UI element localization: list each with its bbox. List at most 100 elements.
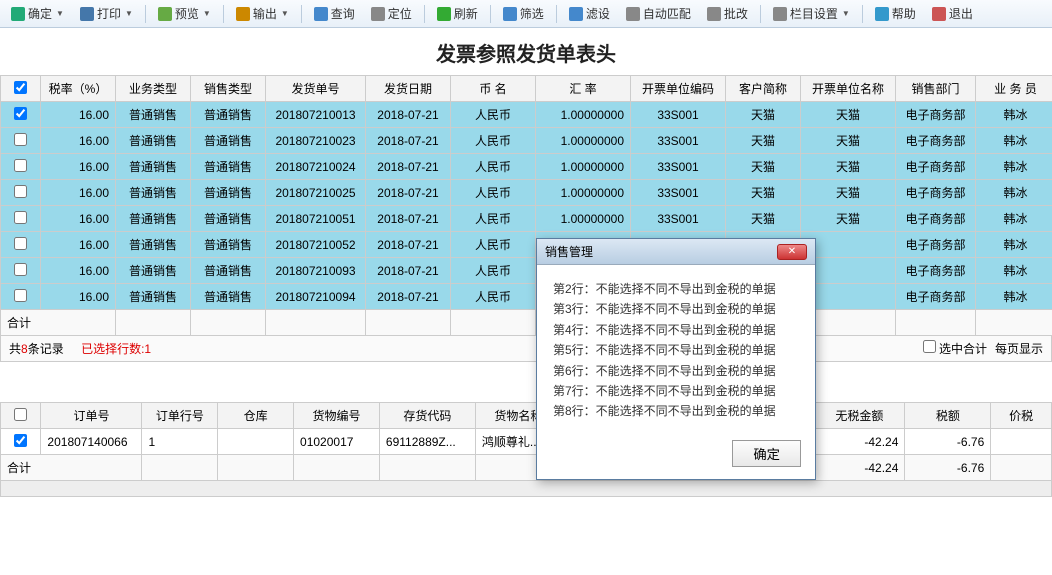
row-checkbox[interactable]	[14, 185, 27, 198]
cell: 电子商务部	[896, 128, 976, 154]
select-all-checkbox[interactable]	[14, 408, 27, 421]
cell: 16.00	[41, 232, 116, 258]
row-checkbox[interactable]	[14, 263, 27, 276]
dialog-titlebar[interactable]: 销售管理 ✕	[537, 239, 815, 265]
table-row[interactable]: 16.00普通销售普通销售2018072100252018-07-21人民币1.…	[1, 180, 1052, 206]
cell: 33S001	[631, 128, 726, 154]
cell: 电子商务部	[896, 258, 976, 284]
cell: 普通销售	[116, 232, 191, 258]
column-header[interactable]: 订单号	[41, 403, 142, 429]
table-row[interactable]: 16.00普通销售普通销售2018072100942018-07-21人民币电子…	[1, 284, 1052, 310]
cell: 韩冰	[976, 284, 1052, 310]
toolbar-label: 滤设	[586, 5, 610, 22]
row-checkbox[interactable]	[14, 289, 27, 302]
sum-checkbox-label[interactable]: 选中合计	[923, 340, 987, 357]
dialog-line: 第6行：不能选择不同不导出到金税的单据	[553, 361, 799, 381]
table-row[interactable]: 16.00普通销售普通销售2018072100512018-07-21人民币1.…	[1, 206, 1052, 232]
column-header[interactable]: 币 名	[451, 76, 536, 102]
cell: 16.00	[41, 284, 116, 310]
row-checkbox[interactable]	[14, 159, 27, 172]
column-header[interactable]: 税额	[905, 403, 991, 429]
column-header[interactable]: 销售部门	[896, 76, 976, 102]
row-checkbox[interactable]	[14, 107, 27, 120]
cell: 天猫	[726, 154, 801, 180]
cell: 韩冰	[976, 128, 1052, 154]
cell: 2018-07-21	[366, 154, 451, 180]
column-header[interactable]: 汇 率	[536, 76, 631, 102]
栏目设置-button[interactable]: 栏目设置▼	[767, 3, 856, 24]
筛选-button[interactable]: 筛选	[497, 3, 550, 24]
cell: 韩冰	[976, 154, 1052, 180]
table-row[interactable]: 16.00普通销售普通销售2018072100522018-07-21人民币电子…	[1, 232, 1052, 258]
column-header[interactable]: 开票单位编码	[631, 76, 726, 102]
table-row[interactable]: 16.00普通销售普通销售2018072100932018-07-21人民币电子…	[1, 258, 1052, 284]
row-checkbox[interactable]	[14, 133, 27, 146]
toolbar-label: 筛选	[520, 5, 544, 22]
cell: 1.00000000	[536, 128, 631, 154]
close-icon[interactable]: ✕	[777, 244, 807, 260]
sum-label: 合计	[1, 455, 142, 481]
toolbar-label: 输出	[253, 5, 277, 22]
separator	[556, 5, 557, 23]
column-header[interactable]: 订单行号	[142, 403, 218, 429]
column-header[interactable]: 价税	[991, 403, 1052, 429]
column-header[interactable]: 税率（%）	[41, 76, 116, 102]
column-header[interactable]: 业务类型	[116, 76, 191, 102]
sum-label: 合计	[1, 310, 116, 336]
查询-button[interactable]: 查询	[308, 3, 361, 24]
dialog-line: 第8行：不能选择不同不导出到金税的单据	[553, 401, 799, 421]
table-row[interactable]: 16.00普通销售普通销售2018072100242018-07-21人民币1.…	[1, 154, 1052, 180]
cell: 33S001	[631, 154, 726, 180]
main-grid-wrap: 税率（%）业务类型销售类型发货单号发货日期币 名汇 率开票单位编码客户简称开票单…	[0, 75, 1052, 336]
cell: 天猫	[801, 128, 896, 154]
cell	[991, 429, 1052, 455]
row-checkbox[interactable]	[14, 434, 27, 447]
退出-button[interactable]: 退出	[926, 3, 979, 24]
cell: 天猫	[726, 102, 801, 128]
row-checkbox[interactable]	[14, 237, 27, 250]
确定-button[interactable]: 确定▼	[5, 3, 70, 24]
table-row[interactable]: 16.00普通销售普通销售2018072100232018-07-21人民币1.…	[1, 128, 1052, 154]
row-checkbox[interactable]	[14, 211, 27, 224]
cell: 1	[142, 429, 218, 455]
detail-hscroll[interactable]	[0, 481, 1052, 497]
table-row[interactable]: 20180714006610102001769112889Z...鸿顺尊礼...…	[1, 429, 1052, 455]
滤设-button[interactable]: 滤设	[563, 3, 616, 24]
sum-checkbox[interactable]	[923, 340, 936, 353]
column-header[interactable]: 无税金额	[814, 403, 905, 429]
cell: 电子商务部	[896, 206, 976, 232]
cell: 普通销售	[191, 258, 266, 284]
select-all-checkbox[interactable]	[14, 81, 27, 94]
cell: 16.00	[41, 206, 116, 232]
column-header[interactable]: 销售类型	[191, 76, 266, 102]
separator	[862, 5, 863, 23]
cell: 人民币	[451, 206, 536, 232]
column-header[interactable]: 业 务 员	[976, 76, 1052, 102]
输出-button[interactable]: 输出 ▼	[230, 3, 295, 24]
刷新-button[interactable]: 刷新	[431, 3, 484, 24]
toolbar-label: 批改	[724, 5, 748, 22]
column-header[interactable]: 货物编号	[294, 403, 380, 429]
message-dialog: 销售管理 ✕ 第2行：不能选择不同不导出到金税的单据第3行：不能选择不同不导出到…	[536, 238, 816, 480]
batch-icon	[707, 7, 721, 21]
toolbar-label: 刷新	[454, 5, 478, 22]
帮助-button[interactable]: 帮助	[869, 3, 922, 24]
column-header[interactable]: 开票单位名称	[801, 76, 896, 102]
ok-button[interactable]: 确定	[732, 440, 801, 467]
自动匹配-button[interactable]: 自动匹配	[620, 3, 697, 24]
打印-button[interactable]: 打印▼	[74, 3, 139, 24]
column-header[interactable]: 发货单号	[266, 76, 366, 102]
separator	[145, 5, 146, 23]
定位-button[interactable]: 定位	[365, 3, 418, 24]
column-header[interactable]: 存货代码	[379, 403, 475, 429]
cell: 韩冰	[976, 206, 1052, 232]
cell: 普通销售	[191, 154, 266, 180]
column-header[interactable]: 客户简称	[726, 76, 801, 102]
预览-button[interactable]: 预览▼	[152, 3, 217, 24]
chevron-down-icon: ▼	[281, 9, 289, 18]
locate-icon	[371, 7, 385, 21]
批改-button[interactable]: 批改	[701, 3, 754, 24]
table-row[interactable]: 16.00普通销售普通销售2018072100132018-07-21人民币1.…	[1, 102, 1052, 128]
column-header[interactable]: 仓库	[218, 403, 294, 429]
column-header[interactable]: 发货日期	[366, 76, 451, 102]
